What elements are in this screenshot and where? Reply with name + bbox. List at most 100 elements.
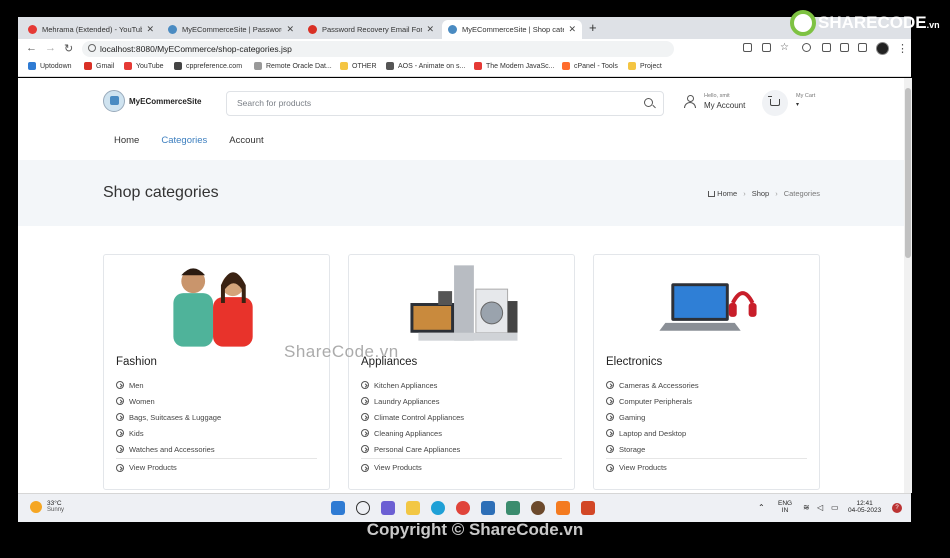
view-products-link[interactable]: View Products (606, 463, 667, 472)
account-link[interactable]: Hello, smit My Account (684, 93, 745, 110)
logo-text: MyECommerceSite (129, 96, 202, 106)
tab-2[interactable]: MyECommerceSite | Password Re ✕ (162, 20, 300, 39)
subcategory-link[interactable]: Kids (116, 425, 221, 441)
share-icon[interactable] (762, 43, 771, 52)
cart-button[interactable] (762, 90, 788, 116)
start-icon[interactable] (331, 501, 345, 515)
tab-3[interactable]: Password Recovery Email For My ✕ (302, 20, 440, 39)
cart-dropdown[interactable]: My Cart ▾ (796, 93, 815, 108)
subcategory-link[interactable]: Kitchen Appliances (361, 377, 464, 393)
tab-1[interactable]: Mehrama (Extended) - YouTube ✕ (22, 20, 160, 39)
language-indicator[interactable]: ENG IN (778, 500, 792, 514)
reload-icon[interactable]: ↻ (64, 42, 73, 55)
weather-widget[interactable]: 33°C Sunny (30, 500, 64, 513)
subcategory-link[interactable]: Bags, Suitcases & Luggage (116, 409, 221, 425)
nav-account[interactable]: Account (229, 135, 263, 146)
profile-avatar[interactable] (876, 42, 889, 55)
help-icon[interactable]: ? (892, 503, 902, 513)
edge-icon[interactable] (431, 501, 445, 515)
bookmark-modern-js[interactable]: The Modern JavaSc... (474, 62, 554, 70)
divider (606, 458, 807, 459)
url-input[interactable]: localhost:8080/MyECommerce/shop-categori… (82, 41, 674, 57)
category-title[interactable]: Fashion (116, 356, 157, 368)
bookmark-uptodown[interactable]: Uptodown (28, 62, 72, 70)
clock[interactable]: 12:41 04-05-2023 (848, 500, 881, 514)
sidepanel-icon[interactable] (858, 43, 867, 52)
chrome-icon[interactable] (456, 501, 470, 515)
language-code: ENG (778, 500, 793, 507)
puzzle-icon[interactable] (822, 43, 831, 52)
nav-home[interactable]: Home (114, 135, 139, 146)
subcategory-link[interactable]: Cleaning Appliances (361, 425, 464, 441)
subcategory-link[interactable]: Women (116, 393, 221, 409)
search-icon[interactable] (644, 98, 653, 107)
new-tab-button[interactable]: + (589, 20, 597, 35)
subcategory-link[interactable]: Laundry Appliances (361, 393, 464, 409)
bookmark-oracle[interactable]: Remote Oracle Dat... (254, 62, 332, 70)
subcategory-link[interactable]: Cameras & Accessories (606, 377, 699, 393)
subcategory-link[interactable]: Climate Control Appliances (361, 409, 464, 425)
chevron-circle-icon (116, 429, 124, 437)
subcategory-link[interactable]: Computer Peripherals (606, 393, 699, 409)
search-icon[interactable] (356, 501, 370, 515)
file-explorer-icon[interactable] (406, 501, 420, 515)
search-input[interactable]: Search for products (226, 91, 664, 116)
bookmark-cpanel[interactable]: cPanel - Tools (562, 62, 618, 70)
view-products-link[interactable]: View Products (116, 463, 177, 472)
user-icon (684, 95, 696, 108)
cppreference-icon (174, 62, 182, 70)
tab-title: Password Recovery Email For My (322, 25, 423, 34)
bookmark-cppreference[interactable]: cppreference.com (174, 62, 242, 70)
site-logo[interactable]: MyECommerceSite (103, 90, 201, 112)
breadcrumb-home[interactable]: Home (708, 189, 737, 198)
subcategory-link[interactable]: Laptop and Desktop (606, 425, 699, 441)
forward-icon[interactable]: → (45, 42, 56, 54)
logo-icon (103, 90, 125, 112)
site-icon (168, 25, 177, 34)
tab-4-active[interactable]: MyECommerceSite | Shop catego ✕ (442, 20, 582, 39)
close-icon[interactable]: ✕ (426, 24, 434, 35)
sun-icon (30, 500, 42, 513)
subcategory-label: Storage (619, 444, 646, 454)
store-icon[interactable] (481, 501, 495, 515)
subcategory-link[interactable]: Storage (606, 441, 699, 457)
close-icon[interactable]: ✕ (568, 24, 576, 35)
tab-title: MyECommerceSite | Shop catego (462, 25, 565, 34)
bookmark-youtube[interactable]: YouTube (124, 62, 164, 70)
bookmark-other[interactable]: OTHER (340, 62, 377, 70)
info-icon[interactable] (88, 44, 96, 52)
volume-icon[interactable]: ◁ (817, 503, 823, 512)
bookmark-aos[interactable]: AOS - Animate on s... (386, 62, 465, 70)
menu-icon[interactable]: ⋮ (897, 42, 908, 55)
powerpoint-icon[interactable] (581, 501, 595, 515)
subcategory-link[interactable]: Men (116, 377, 221, 393)
back-icon[interactable]: ← (26, 42, 37, 54)
subcategory-label: Laundry Appliances (374, 396, 440, 406)
scrollbar-thumb[interactable] (905, 88, 911, 258)
bookmark-project[interactable]: Project (628, 62, 662, 70)
subcategory-link[interactable]: Personal Care Appliances (361, 441, 464, 457)
subcategory-link[interactable]: Watches and Accessories (116, 441, 221, 457)
app-icon[interactable] (506, 501, 520, 515)
chat-icon[interactable] (381, 501, 395, 515)
view-products-link[interactable]: View Products (361, 463, 422, 472)
extension-icon[interactable] (802, 43, 811, 52)
close-icon[interactable]: ✕ (286, 24, 294, 35)
wifi-icon[interactable]: ≋ (803, 503, 810, 512)
category-title[interactable]: Electronics (606, 356, 662, 368)
open-external-icon[interactable] (743, 43, 752, 52)
subcategory-link[interactable]: Gaming (606, 409, 699, 425)
reading-list-icon[interactable] (840, 43, 849, 52)
star-icon[interactable]: ☆ (780, 42, 789, 53)
xampp-icon[interactable] (556, 501, 570, 515)
battery-icon[interactable]: ▭ (831, 503, 839, 512)
breadcrumb-shop[interactable]: Shop (752, 189, 770, 198)
close-icon[interactable]: ✕ (146, 24, 154, 35)
page-scrollbar[interactable] (904, 78, 912, 493)
eclipse-icon[interactable] (531, 501, 545, 515)
chevron-up-icon[interactable]: ⌃ (758, 503, 765, 512)
bookmark-gmail[interactable]: Gmail (84, 62, 114, 70)
subcategory-label: Computer Peripherals (619, 396, 692, 406)
nav-categories[interactable]: Categories (161, 135, 207, 146)
electronics-image (659, 283, 757, 331)
